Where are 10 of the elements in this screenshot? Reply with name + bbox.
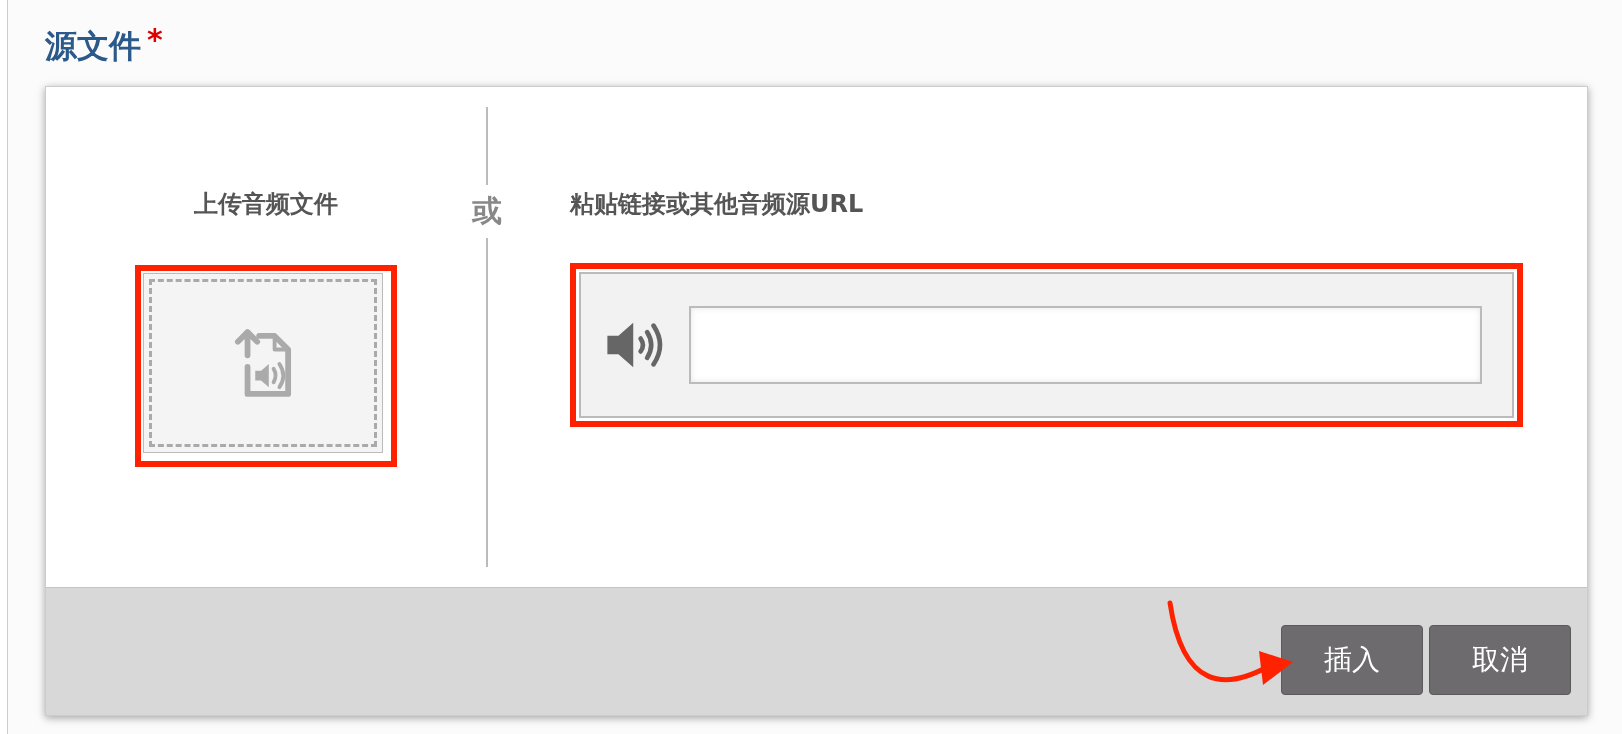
audio-file-upload-icon bbox=[234, 328, 292, 398]
required-mark: * bbox=[147, 26, 163, 54]
or-separator: 或 bbox=[472, 192, 502, 230]
insert-button[interactable]: 插入 bbox=[1281, 625, 1423, 695]
url-input-field[interactable] bbox=[689, 306, 1482, 384]
upload-dropzone[interactable] bbox=[143, 273, 383, 453]
upload-label: 上传音频文件 bbox=[194, 189, 338, 220]
url-label: 粘贴链接或其他音频源URL bbox=[570, 189, 865, 220]
field-label: 源文件 bbox=[45, 26, 141, 66]
cancel-button[interactable]: 取消 bbox=[1429, 625, 1571, 695]
